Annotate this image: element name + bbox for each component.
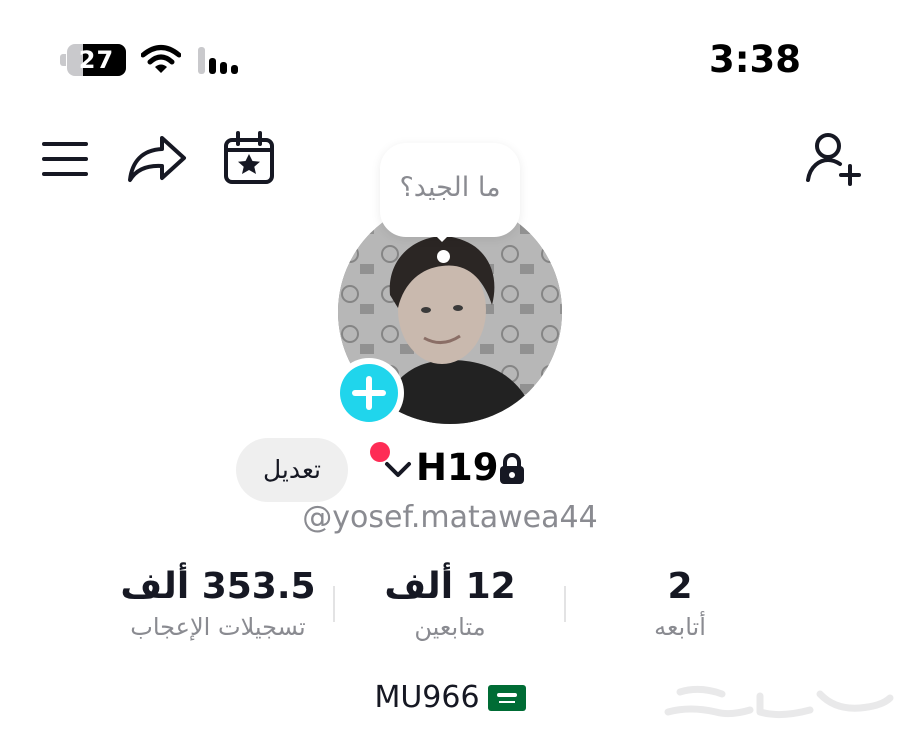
stat-followers[interactable]: 12 ألف متابعين [350, 566, 550, 641]
display-name[interactable]: H19 [416, 446, 498, 489]
calendar-star-icon[interactable] [220, 130, 278, 186]
saudi-flag-icon [487, 684, 526, 711]
followers-label: متابعين [414, 613, 486, 641]
lock-icon [500, 453, 524, 484]
likes-label: تسجيلات الإعجاب [130, 613, 306, 641]
stat-divider [333, 586, 335, 622]
haraj-watermark-logo [664, 685, 894, 719]
bio-text: MU966 [374, 680, 480, 715]
followers-count: 12 ألف [384, 566, 516, 607]
stat-divider [564, 586, 566, 622]
username: @yosef.matawea44 [302, 500, 598, 535]
following-count: 2 [667, 566, 693, 607]
chevron-down-icon[interactable] [383, 459, 413, 481]
hamburger-menu-icon[interactable] [40, 136, 90, 182]
plus-icon [352, 376, 386, 410]
stat-following[interactable]: 2 أتابعه [590, 566, 770, 641]
status-time: 3:38 [708, 38, 802, 81]
wifi-icon [141, 45, 181, 73]
add-story-button[interactable] [334, 358, 404, 428]
likes-count: 353.5 ألف [120, 566, 316, 607]
stat-likes[interactable]: 353.5 ألف تسجيلات الإعجاب [100, 566, 336, 641]
profile-bio: MU966 [300, 680, 600, 720]
add-user-icon[interactable] [802, 130, 866, 188]
share-arrow-icon[interactable] [126, 132, 188, 186]
bubble-tail [424, 224, 460, 242]
following-label: أتابعه [654, 613, 706, 641]
edit-profile-button[interactable]: تعديل [236, 438, 348, 502]
bubble-dot [437, 250, 450, 263]
cellular-signal-icon [198, 47, 238, 74]
battery-indicator: 27 [60, 44, 126, 76]
bubble-text: ما الجيد؟ [399, 172, 501, 203]
battery-level: 27 [78, 46, 115, 74]
